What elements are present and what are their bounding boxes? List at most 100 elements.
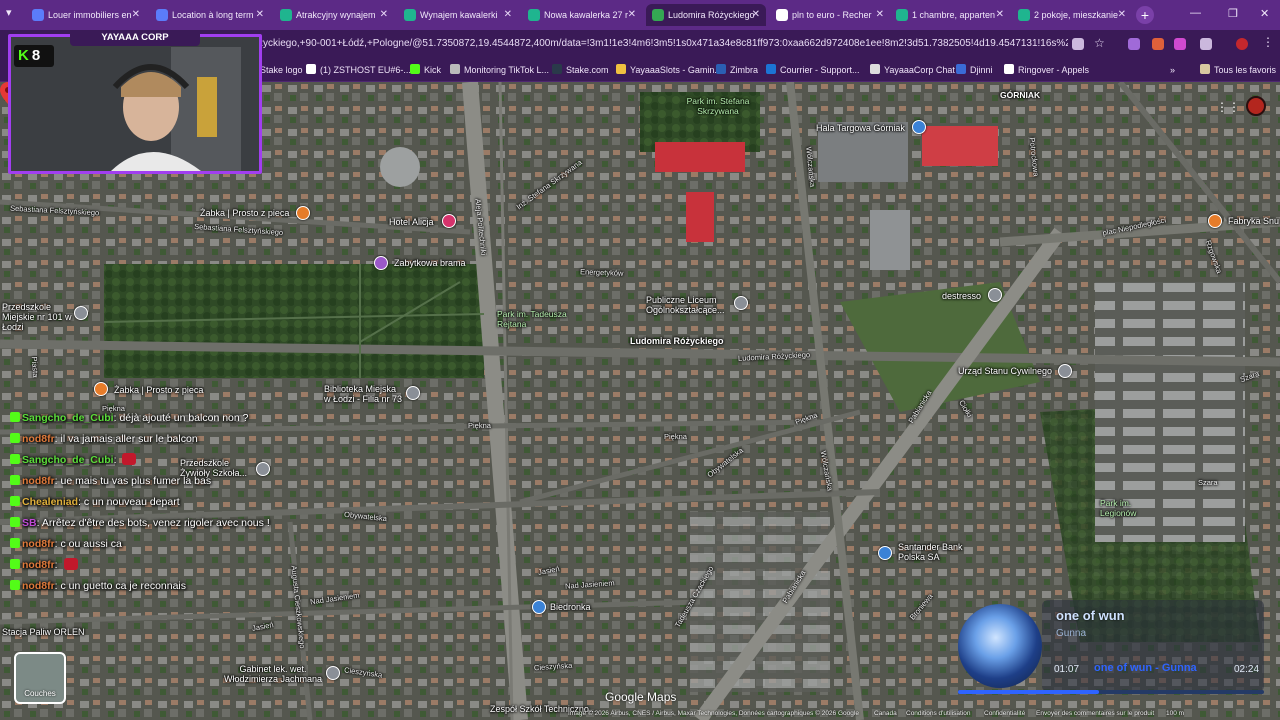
tab-title: Nowa kawalerka 27 r xyxy=(544,10,629,20)
profile-avatar[interactable] xyxy=(1236,38,1248,50)
channel-name: YAYAAA CORP xyxy=(70,30,200,46)
tab-close-icon[interactable]: ✕ xyxy=(256,4,264,26)
tab-favicon-icon xyxy=(156,9,168,21)
bookmark-item[interactable]: Kick xyxy=(410,63,441,77)
layers-button[interactable]: Couches xyxy=(14,652,66,704)
landmark-pin-icon[interactable] xyxy=(374,256,388,270)
bookmark-favicon-icon xyxy=(716,64,726,74)
restaurant-pin-icon[interactable] xyxy=(296,206,310,220)
privacy-link[interactable]: Confidentialité xyxy=(984,710,1025,717)
cafe-pin-icon[interactable] xyxy=(988,288,1002,302)
url-field[interactable]: życkiego,+90-001+Łódź,+Pologne/@51.73508… xyxy=(258,34,1068,54)
tab-close-icon[interactable]: ✕ xyxy=(504,4,512,26)
school-pin-icon[interactable] xyxy=(734,296,748,310)
library-pin-icon[interactable] xyxy=(406,386,420,400)
apps-grid-icon[interactable]: ⋮⋮ xyxy=(1216,100,1240,114)
extensions-puzzle-icon[interactable] xyxy=(1200,38,1212,50)
bookmark-label: Ringover - Appels xyxy=(1018,65,1090,75)
tab-close-icon[interactable]: ✕ xyxy=(876,4,884,26)
bookmark-favicon-icon xyxy=(410,64,420,74)
browser-tab[interactable]: Nowa kawalerka 27 r ✕ xyxy=(522,4,642,26)
poi-label[interactable]: Żabka | Prosto z pieca xyxy=(114,385,203,395)
extension-icon[interactable] xyxy=(1152,38,1164,50)
browser-tab[interactable]: pln to euro - Recher ✕ xyxy=(770,4,890,26)
poi-label[interactable]: Przedszkole Miejskie nr 101 w Łodzi xyxy=(2,302,72,332)
tab-close-icon[interactable]: ✕ xyxy=(752,4,760,26)
tab-favicon-icon xyxy=(776,9,788,21)
browser-tab[interactable]: Wynajem kawalerki ✕ xyxy=(398,4,518,26)
tab-close-icon[interactable]: ✕ xyxy=(1118,4,1126,26)
bank-pin-icon[interactable] xyxy=(878,546,892,560)
scale-bar[interactable]: 100 m xyxy=(1166,710,1184,717)
close-window-button[interactable]: ✕ xyxy=(1260,7,1269,20)
tab-close-icon[interactable]: ✕ xyxy=(628,4,636,26)
bookmark-favicon-icon xyxy=(956,64,966,74)
browser-tab[interactable]: 2 pokoje, mieszkanie ✕ xyxy=(1012,4,1132,26)
vet-pin-icon[interactable] xyxy=(326,666,340,680)
restaurant-pin-icon[interactable] xyxy=(94,382,108,396)
poi-label[interactable]: Hala Targowa Górniak xyxy=(816,123,905,133)
poi-label[interactable]: Hotel Alicja xyxy=(389,217,434,227)
browser-tab[interactable]: Ludomira Różyckiego ✕ xyxy=(646,4,766,26)
browser-tab[interactable]: 1 chambre, apparten ✕ xyxy=(890,4,1010,26)
chat-username: nod8fr xyxy=(22,433,55,445)
hotel-pin-icon[interactable] xyxy=(442,214,456,228)
school-pin-icon[interactable] xyxy=(74,306,88,320)
poi-label[interactable]: Fabryka Snu xyxy=(1228,216,1279,226)
extension-icon[interactable] xyxy=(1128,38,1140,50)
poi-label[interactable]: destresso xyxy=(942,291,981,301)
poi-label[interactable]: Biblioteka Miejska w Łodzi - Filia nr 73 xyxy=(324,384,404,404)
bookmark-item[interactable]: Zimbra xyxy=(716,63,758,77)
bookmark-item[interactable]: Courrier - Support... xyxy=(766,63,860,77)
bookmark-item[interactable]: Djinni xyxy=(956,63,993,77)
poi-label[interactable]: Zabytkowa brama xyxy=(394,258,466,268)
maximize-button[interactable]: ❐ xyxy=(1228,7,1238,20)
poi-label[interactable]: Biedronka xyxy=(550,602,591,612)
install-app-icon[interactable] xyxy=(1072,38,1084,50)
tab-close-icon[interactable]: ✕ xyxy=(996,4,1004,26)
bookmark-item[interactable]: YayaaaCorp Chat xyxy=(870,63,955,77)
bookmark-item[interactable]: (1) ZSTHOST EU#6-... xyxy=(306,63,411,77)
browser-tab[interactable]: Atrakcyjny wynajem ✕ xyxy=(274,4,394,26)
poi-label[interactable]: Stacja Paliw ORLEN xyxy=(2,627,85,637)
chat-text: c un guetto ca je reconnais xyxy=(60,580,187,592)
browser-tab[interactable]: Location à long term ✕ xyxy=(150,4,270,26)
grocery-pin-icon[interactable] xyxy=(532,600,546,614)
feedback-link[interactable]: Envoyer des commentaires sur le produit xyxy=(1036,710,1154,717)
browser-menu-icon[interactable]: ⋮ xyxy=(1262,35,1274,49)
chat-badge-icon xyxy=(10,454,20,464)
country-link[interactable]: Canada xyxy=(874,710,897,717)
account-avatar[interactable] xyxy=(1246,96,1266,116)
restaurant-pin-icon[interactable] xyxy=(1208,214,1222,228)
tab-search-menu-icon[interactable]: ▾ xyxy=(6,6,12,19)
tab-close-icon[interactable]: ✕ xyxy=(132,4,140,26)
chat-username: nod8fr xyxy=(22,580,55,592)
bookmark-label: YayaaaCorp Chat xyxy=(884,65,955,75)
tab-favicon-icon xyxy=(896,9,908,21)
terms-link[interactable]: Conditions d'utilisation xyxy=(906,710,970,717)
all-bookmarks-folder[interactable]: Tous les favoris xyxy=(1200,63,1276,77)
bookmark-star-icon[interactable]: ☆ xyxy=(1094,36,1106,50)
office-pin-icon[interactable] xyxy=(1058,364,1072,378)
tab-close-icon[interactable]: ✕ xyxy=(380,4,388,26)
poi-label[interactable]: Żabka | Prosto z pieca xyxy=(200,208,289,218)
poi-label[interactable]: Publiczne Liceum Ogólnokształcące... xyxy=(646,295,732,315)
extension-icon[interactable] xyxy=(1174,38,1186,50)
poi-label[interactable]: Gabinet lek. wet. Włodzimierza Jachmana xyxy=(218,664,328,684)
chat-badge-icon xyxy=(10,580,20,590)
browser-tab[interactable]: Louer immobiliers en ✕ xyxy=(26,4,146,26)
bookmarks-overflow-icon[interactable]: » xyxy=(1170,63,1175,77)
market-pin-icon[interactable] xyxy=(912,120,926,134)
new-tab-button[interactable]: + xyxy=(1136,6,1154,24)
selected-location-label[interactable]: Ludomira Różyckiego xyxy=(630,336,724,346)
poi-label[interactable]: Urząd Stanu Cywilnego xyxy=(958,366,1052,376)
bookmark-label: YayaaaSlots - Gamin... xyxy=(630,65,722,75)
bookmark-item[interactable]: Monitoring TikTok L... xyxy=(450,63,549,77)
bookmark-item[interactable]: YayaaaSlots - Gamin... xyxy=(616,63,722,77)
chat-username: nod8fr xyxy=(22,538,55,550)
tab-favicon-icon xyxy=(652,9,664,21)
bookmark-item[interactable]: Ringover - Appels xyxy=(1004,63,1089,77)
bookmark-item[interactable]: Stake.com xyxy=(552,63,609,77)
poi-label[interactable]: Santander Bank Polska SA xyxy=(898,542,968,562)
minimize-button[interactable]: — xyxy=(1190,7,1201,19)
